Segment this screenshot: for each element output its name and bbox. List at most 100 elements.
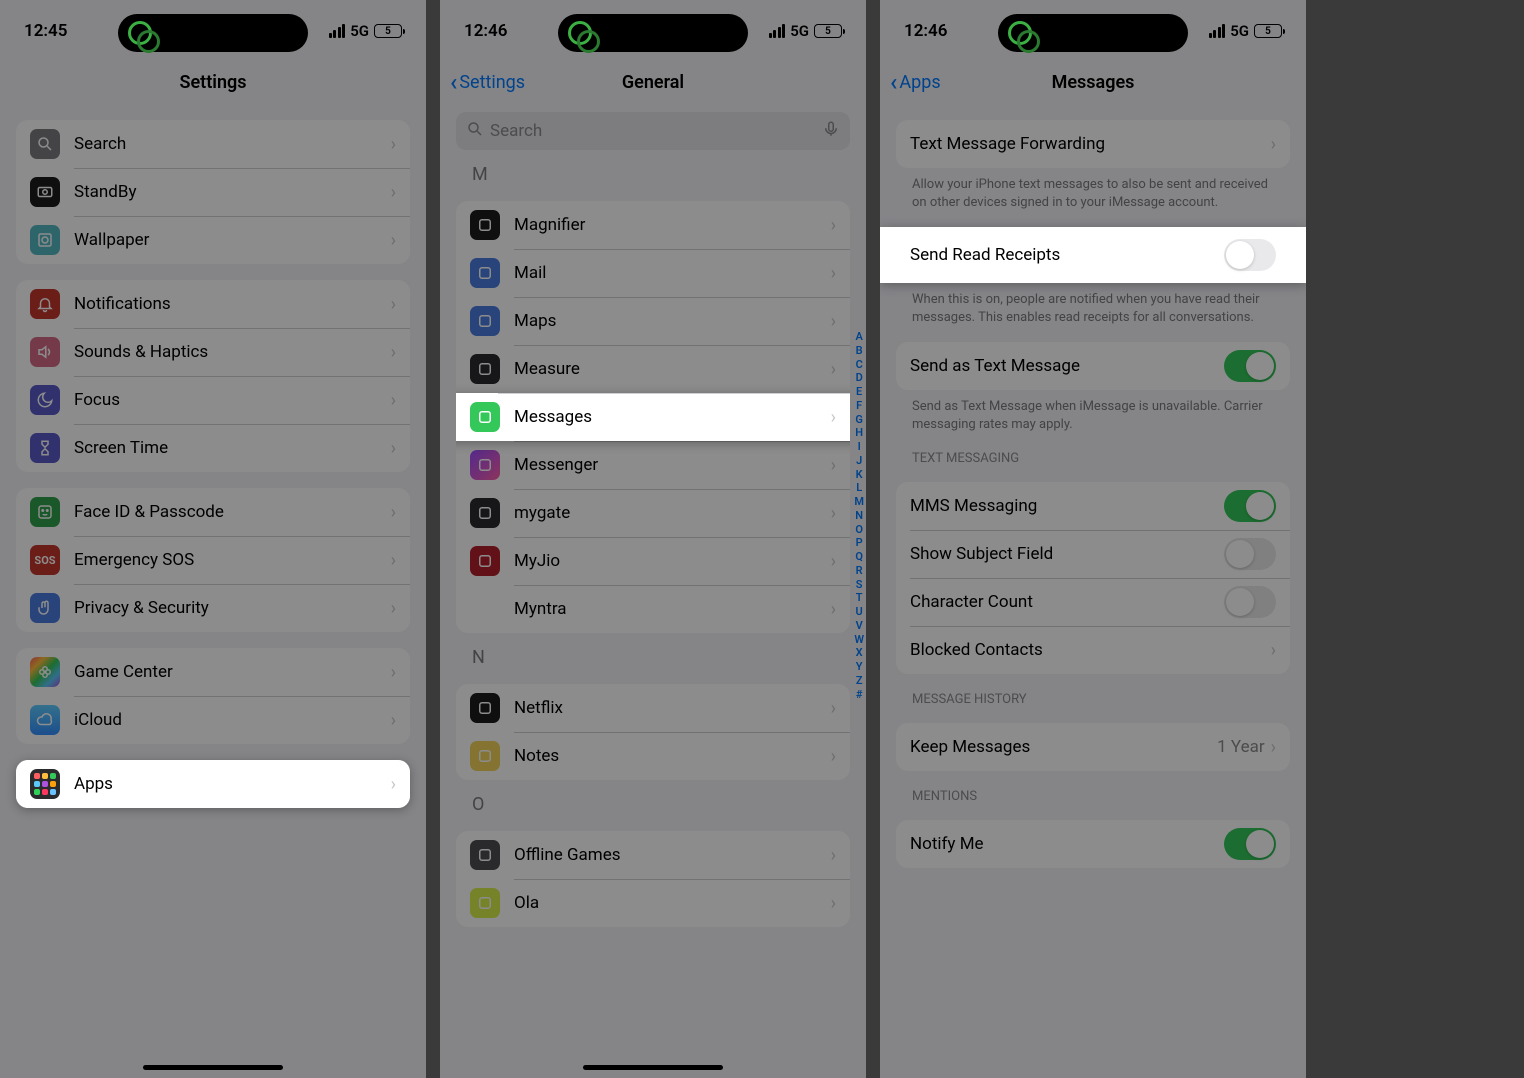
index-letter[interactable]: V	[854, 619, 864, 633]
index-letter[interactable]: Y	[854, 660, 864, 674]
index-letter[interactable]: L	[854, 481, 864, 495]
row-send-as-text-message[interactable]: Send as Text Message	[896, 342, 1290, 390]
row-charcount[interactable]: Character Count	[896, 578, 1290, 626]
row-sos[interactable]: SOSEmergency SOS›	[16, 536, 410, 584]
row-keep-messages[interactable]: Keep Messages 1 Year ›	[896, 723, 1290, 771]
index-letter[interactable]: P	[854, 536, 864, 550]
app-row-mail[interactable]: Mail›	[456, 249, 850, 297]
network-label: 5G	[790, 22, 809, 40]
switch-send-as-text[interactable]	[1224, 350, 1276, 382]
home-indicator[interactable]	[143, 1065, 283, 1070]
row-blocked[interactable]: Blocked Contacts›	[896, 626, 1290, 674]
row-notify-me[interactable]: Notify Me	[896, 820, 1290, 868]
app-row-measure[interactable]: Measure›	[456, 345, 850, 393]
app-label: Magnifier	[514, 215, 585, 235]
chevron-right-icon: ›	[391, 390, 396, 411]
mic-icon[interactable]	[822, 120, 840, 143]
row-label: MMS Messaging	[910, 496, 1037, 516]
index-letter[interactable]: H	[854, 426, 864, 440]
app-row-messenger[interactable]: Messenger›	[456, 441, 850, 489]
chevron-right-icon: ›	[831, 215, 836, 236]
app-label: Offline Games	[514, 845, 620, 865]
app-row-netflix[interactable]: Netflix›	[456, 684, 850, 732]
index-letter[interactable]: B	[854, 344, 864, 358]
row-mms[interactable]: MMS Messaging	[896, 482, 1290, 530]
app-row-maps[interactable]: Maps›	[456, 297, 850, 345]
index-letter[interactable]: C	[854, 358, 864, 372]
index-letter[interactable]: U	[854, 605, 864, 619]
footer-read-receipts: When this is on, people are notified whe…	[912, 291, 1274, 326]
chevron-right-icon: ›	[391, 550, 396, 571]
row-send-read-receipts[interactable]: Send Read Receipts	[896, 227, 1290, 283]
index-letter[interactable]: R	[854, 564, 864, 578]
chevron-right-icon: ›	[391, 502, 396, 523]
chevron-right-icon: ›	[831, 551, 836, 572]
app-row-magnifier[interactable]: Magnifier ›	[456, 201, 850, 249]
app-row-notes[interactable]: Notes›	[456, 732, 850, 780]
switch-subject[interactable]	[1224, 538, 1276, 570]
search-input[interactable]: Search	[456, 112, 850, 150]
row-wallpaper[interactable]: Wallpaper›	[16, 216, 410, 264]
row-label: Face ID & Passcode	[74, 502, 224, 522]
row-apps[interactable]: Apps›	[16, 760, 410, 808]
app-row-ola[interactable]: Ola›	[456, 879, 850, 927]
row-notifications[interactable]: Notifications›	[16, 280, 410, 328]
switch-mms[interactable]	[1224, 490, 1276, 522]
index-letter[interactable]: Q	[854, 550, 864, 564]
section-message-history: Keep Messages 1 Year ›	[896, 723, 1290, 771]
index-letter[interactable]: #	[854, 688, 864, 702]
switch-notify-me[interactable]	[1224, 828, 1276, 860]
chevron-right-icon: ›	[831, 845, 836, 866]
screen-general-apps: 12:46 5G 5 ‹ Settings General Search MMa…	[440, 0, 866, 1078]
index-letter[interactable]: D	[854, 371, 864, 385]
alphabet-index[interactable]: ABCDEFGHIJKLMNOPQRSTUVWXYZ#	[854, 330, 864, 701]
app-row-myntra[interactable]: Myntra›	[456, 585, 850, 633]
index-letter[interactable]: I	[854, 440, 864, 454]
back-button[interactable]: ‹ Settings	[450, 68, 525, 96]
index-letter[interactable]: X	[854, 646, 864, 660]
index-letter[interactable]: G	[854, 413, 864, 427]
row-icloud[interactable]: iCloud›	[16, 696, 410, 744]
index-letter[interactable]: W	[854, 633, 864, 647]
row-focus[interactable]: Focus›	[16, 376, 410, 424]
row-label: Blocked Contacts	[910, 640, 1043, 660]
app-row-offlinegames[interactable]: Offline Games ›	[456, 831, 850, 879]
header-message-history: MESSAGE HISTORY	[912, 692, 1274, 707]
index-letter[interactable]: E	[854, 385, 864, 399]
cloud-icon	[30, 705, 60, 735]
switch-charcount[interactable]	[1224, 586, 1276, 618]
index-letter[interactable]: T	[854, 591, 864, 605]
chevron-right-icon: ›	[391, 710, 396, 731]
app-row-mygate[interactable]: mygate›	[456, 489, 850, 537]
row-privacy[interactable]: Privacy & Security›	[16, 584, 410, 632]
index-letter[interactable]: A	[854, 330, 864, 344]
index-letter[interactable]: Z	[854, 674, 864, 688]
row-text-message-forwarding[interactable]: Text Message Forwarding ›	[896, 120, 1290, 168]
nav-header: ‹ Settings General	[440, 60, 866, 104]
cellular-signal-icon	[769, 24, 786, 38]
row-search[interactable]: Search›	[16, 120, 410, 168]
row-standby[interactable]: StandBy›	[16, 168, 410, 216]
index-letter[interactable]: K	[854, 468, 864, 482]
app-icon-messages	[470, 402, 500, 432]
alpha-section-header: M	[472, 164, 850, 185]
home-indicator[interactable]	[583, 1065, 723, 1070]
index-letter[interactable]: M	[854, 495, 864, 509]
index-letter[interactable]: J	[854, 454, 864, 468]
row-sounds[interactable]: Sounds & Haptics›	[16, 328, 410, 376]
row-subject[interactable]: Show Subject Field	[896, 530, 1290, 578]
row-screentime[interactable]: Screen Time›	[16, 424, 410, 472]
app-row-messages[interactable]: Messages›	[456, 393, 850, 441]
index-letter[interactable]: O	[854, 523, 864, 537]
index-letter[interactable]: N	[854, 509, 864, 523]
index-letter[interactable]: S	[854, 578, 864, 592]
index-letter[interactable]: F	[854, 399, 864, 413]
section-text-messaging: MMS Messaging Show Subject FieldCharacter…	[896, 482, 1290, 674]
app-row-myjio[interactable]: MyJio›	[456, 537, 850, 585]
app-icon-mygate	[470, 498, 500, 528]
switch-read-receipts[interactable]	[1224, 239, 1276, 271]
alpha-section-header: O	[472, 794, 850, 815]
row-faceid[interactable]: Face ID & Passcode ›	[16, 488, 410, 536]
back-button[interactable]: ‹ Apps	[890, 68, 941, 96]
row-gamecenter[interactable]: Game Center›	[16, 648, 410, 696]
